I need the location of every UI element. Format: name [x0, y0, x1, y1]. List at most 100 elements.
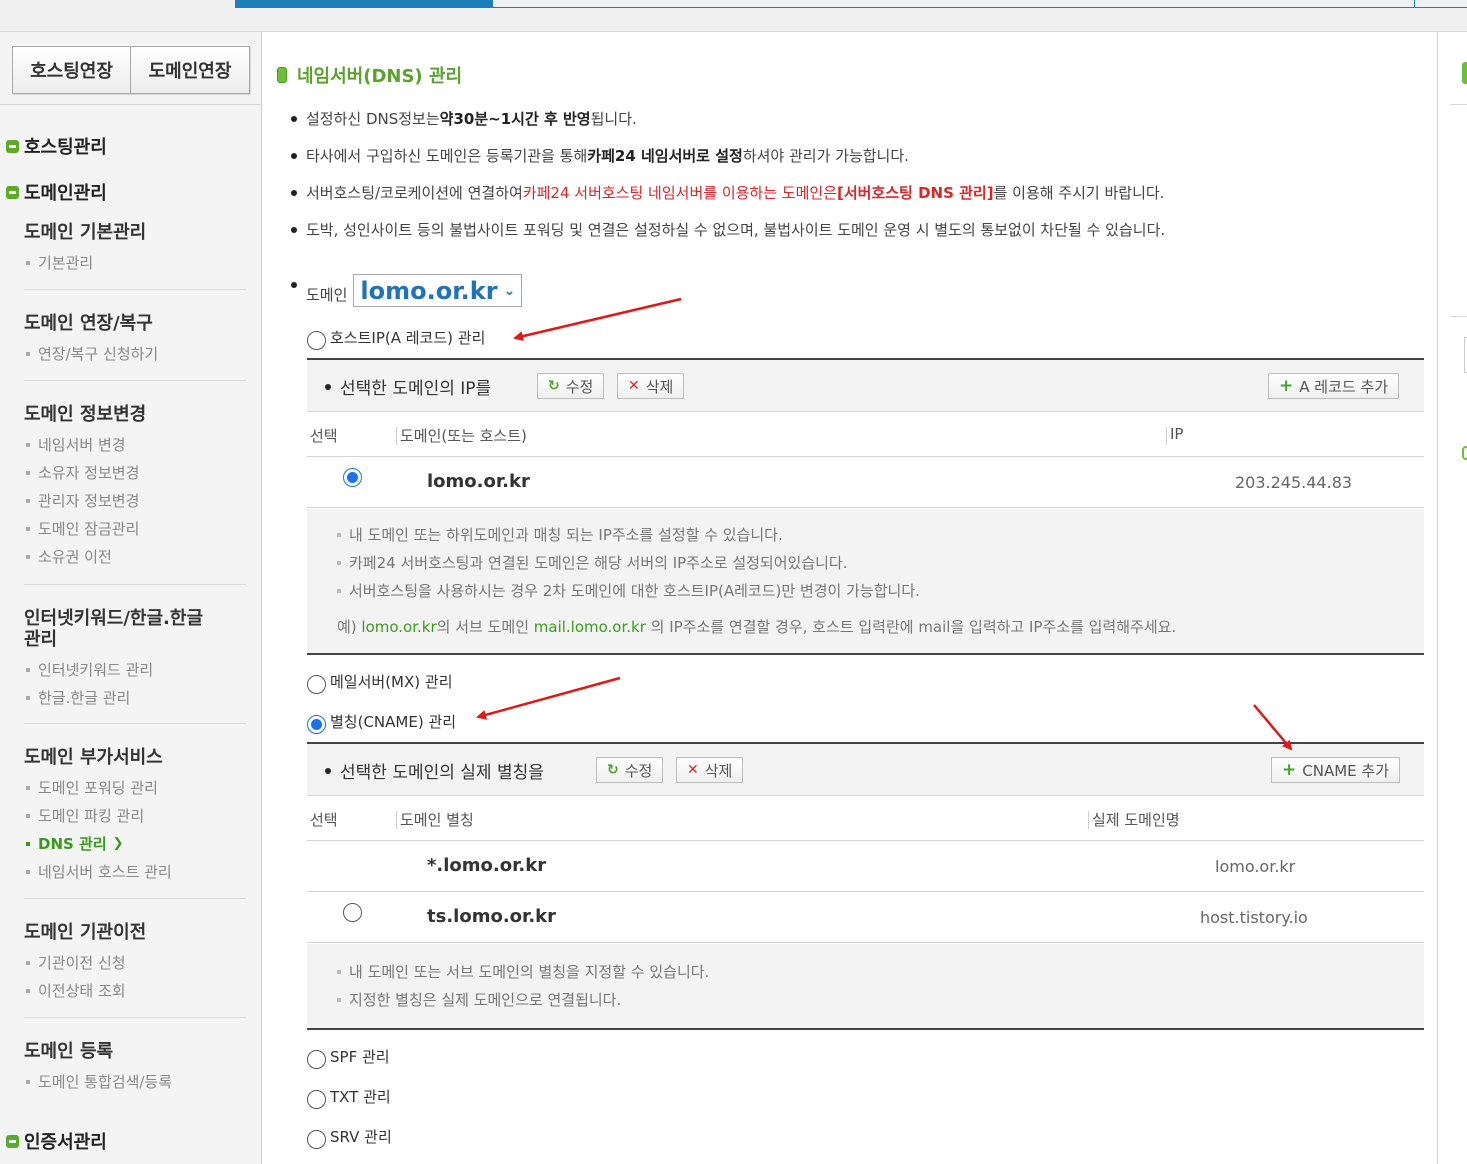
hosting-extend-button[interactable]: 호스팅연장 — [12, 46, 131, 94]
radio-a-record[interactable]: 호스트IP(A 레코드) 관리 — [307, 325, 485, 350]
alias-cell: ts.lomo.or.kr — [427, 906, 557, 927]
domain-selector-row: 도메인 lomo.or.kr ⌄ — [291, 274, 523, 307]
sidebar-section-certificate[interactable]: 인증서관리 — [6, 1128, 107, 1154]
top-tab-strip — [0, 0, 1467, 32]
group-title: 도메인 정보변경 — [24, 404, 147, 425]
sidebar-item-transfer-request[interactable]: 기관이전 신청 — [24, 949, 246, 977]
help-text: 내 도메인 또는 서브 도메인의 별칭을 지정할 수 있습니다. — [337, 961, 709, 982]
sidebar-item-transfer-ownership[interactable]: 소유권 이전 — [24, 543, 246, 571]
help-text: 카페24 서버호스팅과 연결된 도메인은 해당 서버의 IP주소로 설정되어있습… — [337, 552, 848, 573]
radio-txt[interactable]: TXT 관리 — [307, 1084, 391, 1109]
refresh-icon: ↻ — [548, 378, 560, 394]
close-icon: ✕ — [687, 762, 699, 778]
radio-button[interactable] — [307, 331, 326, 350]
sidebar-item-ns-host[interactable]: 네임서버 호스트 관리 — [24, 858, 246, 886]
sidebar-item-lock[interactable]: 도메인 잠금관리 — [24, 515, 246, 543]
tab-divider — [1414, 0, 1415, 8]
group-domain-basic: 도메인 기본관리 기본관리 — [24, 222, 246, 277]
sidebar-section-label: 인증서관리 — [24, 1132, 107, 1153]
main-content: 네임서버(DNS) 관리 설정하신 DNS정보는 약30분~1시간 후 반영 됩니… — [263, 32, 1437, 1164]
green-ring-icon — [1462, 446, 1467, 460]
collapse-icon — [6, 139, 19, 153]
sidebar-section-hosting[interactable]: 호스팅관리 — [6, 133, 107, 159]
sidebar-item-admin[interactable]: 관리자 정보변경 — [24, 487, 246, 515]
table-header: 선택 도메인(또는 호스트) IP — [307, 413, 1424, 457]
radio-spf[interactable]: SPF 관리 — [307, 1044, 390, 1069]
domain-label: 도메인 — [306, 286, 348, 304]
sidebar-section-domain[interactable]: 도메인관리 — [6, 179, 107, 205]
notice-item: 서버호스팅/코로케이션에 연결하여 카페24 서버호스팅 네임서버를 이용하는 … — [291, 182, 1164, 203]
notice-item: 타사에서 구입하신 도메인은 등록기관을 통해 카페24 네임서버로 설정 하셔야… — [291, 145, 909, 166]
help-box: 내 도메인 또는 하위도메인과 매칭 되는 IP주소를 설정할 수 있습니다. … — [307, 509, 1424, 655]
group-domain-renew: 도메인 연장/복구 연장/복구 신청하기 — [24, 313, 246, 368]
panel-header: 선택한 도메인의 IP를 ↻ 수정 ✕ 삭제 + A 레코드 추가 — [307, 360, 1424, 412]
collapse-icon — [6, 185, 19, 199]
active-tab-indicator — [235, 0, 493, 8]
target-cell: lomo.or.kr — [1215, 857, 1296, 876]
domain-select[interactable]: lomo.or.kr ⌄ — [353, 274, 523, 307]
sidebar-item-renew[interactable]: 연장/복구 신청하기 — [24, 340, 246, 368]
sidebar-item-hangul[interactable]: 한글.한글 관리 — [24, 684, 246, 712]
divider — [24, 898, 246, 899]
sidebar-section-label: 호스팅관리 — [24, 137, 107, 158]
delete-button[interactable]: ✕ 삭제 — [617, 373, 685, 399]
domain-cell: lomo.or.kr — [427, 471, 530, 492]
table-row[interactable]: lomo.or.kr 203.245.44.83 — [307, 458, 1424, 508]
group-register: 도메인 등록 도메인 통합검색/등록 — [24, 1041, 246, 1096]
sidebar-item-parking[interactable]: 도메인 파킹 관리 — [24, 802, 246, 830]
sidebar-item-basic[interactable]: 기본관리 — [24, 249, 246, 277]
sidebar-item-keyword[interactable]: 인터넷키워드 관리 — [24, 656, 246, 684]
refresh-icon: ↻ — [607, 762, 619, 778]
a-record-panel: 선택한 도메인의 IP를 ↻ 수정 ✕ 삭제 + A 레코드 추가 선택 도메인(또는… — [307, 358, 1424, 655]
plus-icon: + — [1282, 760, 1297, 780]
sidebar-item-dns[interactable]: DNS 관리 ❯ — [24, 830, 246, 858]
radio-button[interactable] — [307, 1090, 326, 1109]
panel-header: 선택한 도메인의 실제 별칭을 ↻ 수정 ✕ 삭제 + CNAME 추가 — [307, 744, 1424, 796]
radio-srv[interactable]: SRV 관리 — [307, 1124, 392, 1149]
row-radio-button[interactable] — [343, 468, 362, 487]
group-title: 도메인 연장/복구 — [24, 313, 153, 334]
page-title: 네임서버(DNS) 관리 — [277, 62, 462, 88]
row-radio-button[interactable] — [343, 903, 362, 922]
edit-button[interactable]: ↻ 수정 — [537, 373, 605, 399]
divider — [24, 289, 246, 290]
divider — [0, 104, 262, 105]
table-header: 선택 도메인 별칭 실제 도메인명 — [307, 797, 1424, 841]
target-cell: host.tistory.io — [1200, 908, 1308, 927]
divider — [24, 380, 246, 381]
radio-button[interactable] — [307, 715, 326, 734]
sidebar-item-owner[interactable]: 소유자 정보변경 — [24, 459, 246, 487]
table-row[interactable]: *.lomo.or.kr lomo.or.kr — [307, 842, 1424, 892]
radio-cname[interactable]: 별칭(CNAME) 관리 — [307, 709, 456, 734]
sidebar-item-nameserver[interactable]: 네임서버 변경 — [24, 431, 246, 459]
group-title: 도메인 기본관리 — [24, 222, 147, 243]
add-a-record-button[interactable]: + A 레코드 추가 — [1268, 373, 1400, 399]
radio-button[interactable] — [307, 675, 326, 694]
domain-extend-button[interactable]: 도메인연장 — [131, 46, 250, 94]
help-example: 예) lomo.or.kr의 서브 도메인 mail.lomo.or.kr 의 … — [337, 618, 1177, 636]
radio-button[interactable] — [307, 1130, 326, 1149]
help-text: 내 도메인 또는 하위도메인과 매칭 되는 IP주소를 설정할 수 있습니다. — [337, 524, 783, 545]
extension-buttons: 호스팅연장 도메인연장 — [12, 46, 250, 94]
table-row[interactable]: ts.lomo.or.kr host.tistory.io — [307, 893, 1424, 943]
green-tab-icon — [1462, 62, 1467, 84]
help-text: 서버호스팅을 사용하시는 경우 2차 도메인에 대한 호스트IP(A레코드)만 … — [337, 580, 920, 601]
sidebar-item-transfer-status[interactable]: 이전상태 조회 — [24, 977, 246, 1005]
radio-mx[interactable]: 메일서버(MX) 관리 — [307, 669, 453, 694]
divider — [24, 1017, 246, 1018]
divider — [24, 723, 246, 724]
sidebar-item-forwarding[interactable]: 도메인 포워딩 관리 — [24, 774, 246, 802]
add-cname-button[interactable]: + CNAME 추가 — [1271, 757, 1400, 783]
group-title: 도메인 부가서비스 — [24, 747, 163, 768]
edit-button[interactable]: ↻ 수정 — [596, 757, 664, 783]
divider — [24, 584, 246, 585]
chevron-down-icon: ⌄ — [503, 282, 516, 299]
sidebar-item-search-register[interactable]: 도메인 통합검색/등록 — [24, 1068, 246, 1096]
radio-button[interactable] — [307, 1050, 326, 1069]
alias-cell: *.lomo.or.kr — [427, 855, 547, 876]
ip-cell: 203.245.44.83 — [1235, 473, 1353, 492]
help-text: 지정한 별칭은 실제 도메인으로 연결됩니다. — [337, 989, 621, 1010]
delete-button[interactable]: ✕ 삭제 — [676, 757, 744, 783]
title-icon — [277, 67, 287, 83]
group-keyword: 인터넷키워드/한글.한글 관리 인터넷키워드 관리 한글.한글 관리 — [24, 608, 246, 712]
